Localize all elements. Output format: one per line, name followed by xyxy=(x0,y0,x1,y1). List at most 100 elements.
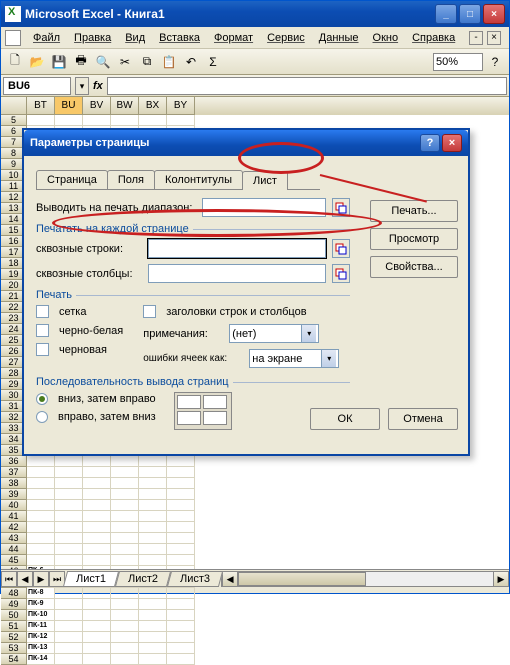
collapse-dialog-icon[interactable] xyxy=(332,264,350,283)
row-header[interactable]: 49 xyxy=(1,599,27,610)
next-sheet-button[interactable]: ▶ xyxy=(33,571,49,587)
help-icon[interactable]: ? xyxy=(485,52,505,72)
sheet-tab-1[interactable]: Лист1 xyxy=(63,571,119,587)
row-header[interactable]: 38 xyxy=(1,478,27,489)
new-icon[interactable]: 🗋 xyxy=(5,52,25,72)
menu-window[interactable]: Окно xyxy=(367,32,405,44)
collapse-dialog-icon[interactable] xyxy=(332,239,350,258)
print-icon[interactable]: 🖶 xyxy=(71,52,91,72)
preview-button[interactable]: Просмотр xyxy=(370,228,458,250)
row-header[interactable]: 40 xyxy=(1,500,27,511)
cols-to-repeat-input[interactable] xyxy=(148,264,326,283)
col-header[interactable]: BV xyxy=(83,97,111,115)
comments-dropdown[interactable]: (нет)▾ xyxy=(229,324,319,343)
zoom-combo[interactable]: 50% xyxy=(433,53,483,71)
fx-icon[interactable]: fx xyxy=(93,80,103,92)
window-title: Microsoft Excel - Книга1 xyxy=(25,7,435,21)
row-header[interactable]: 36 xyxy=(1,456,27,467)
column-headers: BT BU BV BW BX BY xyxy=(1,97,509,115)
tab-page[interactable]: Страница xyxy=(36,170,108,189)
scroll-thumb[interactable] xyxy=(238,572,365,586)
row-header[interactable]: 43 xyxy=(1,533,27,544)
print-button[interactable]: Печать... xyxy=(370,200,458,222)
menu-format[interactable]: Формат xyxy=(208,32,259,44)
undo-icon[interactable]: ↶ xyxy=(181,52,201,72)
tab-headerfooter[interactable]: Колонтитулы xyxy=(154,170,243,189)
page-setup-dialog: Параметры страницы ? × Страница Поля Кол… xyxy=(22,128,470,456)
save-icon[interactable]: 💾 xyxy=(49,52,69,72)
row-header[interactable]: 53 xyxy=(1,643,27,654)
sheet-tab-3[interactable]: Лист3 xyxy=(167,571,223,587)
col-header[interactable]: BX xyxy=(139,97,167,115)
select-all-corner[interactable] xyxy=(1,97,27,115)
order-over-radio[interactable] xyxy=(36,411,48,423)
cut-icon[interactable]: ✂ xyxy=(115,52,135,72)
draft-checkbox[interactable] xyxy=(36,343,49,356)
col-header[interactable]: BT xyxy=(27,97,55,115)
formula-input[interactable] xyxy=(107,77,507,95)
row-header[interactable]: 42 xyxy=(1,522,27,533)
maximize-button[interactable]: □ xyxy=(459,4,481,24)
menu-edit[interactable]: Правка xyxy=(68,32,117,44)
tab-sheet[interactable]: Лист xyxy=(242,171,288,190)
dropdown-arrow-icon: ▾ xyxy=(301,325,316,342)
sum-icon[interactable]: Σ xyxy=(203,52,223,72)
row-header[interactable]: 41 xyxy=(1,511,27,522)
row-header[interactable]: 44 xyxy=(1,544,27,555)
namebox-dropdown[interactable]: ▾ xyxy=(75,77,89,95)
rowcolheaders-checkbox[interactable] xyxy=(143,305,156,318)
menu-view[interactable]: Вид xyxy=(119,32,151,44)
row-header[interactable]: 50 xyxy=(1,610,27,621)
scroll-track[interactable] xyxy=(238,571,493,587)
menu-service[interactable]: Сервис xyxy=(261,32,311,44)
horizontal-scrollbar[interactable]: ◀ ▶ xyxy=(221,571,509,587)
paste-icon[interactable]: 📋 xyxy=(159,52,179,72)
col-header[interactable]: BW xyxy=(111,97,139,115)
prev-sheet-button[interactable]: ◀ xyxy=(17,571,33,587)
minimize-button[interactable]: _ xyxy=(435,4,457,24)
blackwhite-checkbox[interactable] xyxy=(36,324,49,337)
menu-data[interactable]: Данные xyxy=(313,32,365,44)
mdi-close[interactable]: × xyxy=(487,31,501,45)
row-header[interactable]: 5 xyxy=(1,115,27,126)
close-button[interactable]: × xyxy=(483,4,505,24)
row-header[interactable]: 54 xyxy=(1,654,27,665)
row-header[interactable]: 37 xyxy=(1,467,27,478)
collapse-dialog-icon[interactable] xyxy=(332,198,350,217)
row-header[interactable]: 45 xyxy=(1,555,27,566)
menu-help[interactable]: Справка xyxy=(406,32,461,44)
dialog-help-button[interactable]: ? xyxy=(420,134,440,152)
print-range-input[interactable] xyxy=(202,198,326,217)
row-header[interactable]: 52 xyxy=(1,632,27,643)
row-header[interactable]: 39 xyxy=(1,489,27,500)
col-header[interactable]: BY xyxy=(167,97,195,115)
copy-icon[interactable]: ⧉ xyxy=(137,52,157,72)
menu-insert[interactable]: Вставка xyxy=(153,32,206,44)
dialog-titlebar: Параметры страницы ? × xyxy=(24,130,468,156)
blackwhite-label: черно-белая xyxy=(59,325,123,337)
dialog-close-button[interactable]: × xyxy=(442,134,462,152)
row-header[interactable]: 51 xyxy=(1,621,27,632)
errors-dropdown[interactable]: на экране▾ xyxy=(249,349,339,368)
preview-icon[interactable]: 🔍 xyxy=(93,52,113,72)
order-down-radio[interactable] xyxy=(36,393,48,405)
scroll-left-arrow[interactable]: ◀ xyxy=(222,571,238,587)
options-button[interactable]: Свойства... xyxy=(370,256,458,278)
rows-to-repeat-input[interactable] xyxy=(148,239,326,258)
dialog-tabs: Страница Поля Колонтитулы Лист xyxy=(36,170,320,190)
scroll-right-arrow[interactable]: ▶ xyxy=(493,571,509,587)
gridlines-checkbox[interactable] xyxy=(36,305,49,318)
sheet-tab-2[interactable]: Лист2 xyxy=(115,571,171,587)
name-box[interactable]: BU6 xyxy=(3,77,71,95)
ok-button[interactable]: ОК xyxy=(310,408,380,430)
tab-margins[interactable]: Поля xyxy=(107,170,155,189)
cancel-button[interactable]: Отмена xyxy=(388,408,458,430)
sheet-tabs: ⏮ ◀ ▶ ⏭ Лист1 Лист2 Лист3 ◀ ▶ xyxy=(1,569,509,587)
col-header[interactable]: BU xyxy=(55,97,83,115)
open-icon[interactable]: 📂 xyxy=(27,52,47,72)
mdi-minimize[interactable]: - xyxy=(469,31,483,45)
first-sheet-button[interactable]: ⏮ xyxy=(1,571,17,587)
menu-file[interactable]: Файл xyxy=(27,32,66,44)
dropdown-arrow-icon: ▾ xyxy=(321,350,336,367)
titlebar: Microsoft Excel - Книга1 _ □ × xyxy=(1,1,509,27)
